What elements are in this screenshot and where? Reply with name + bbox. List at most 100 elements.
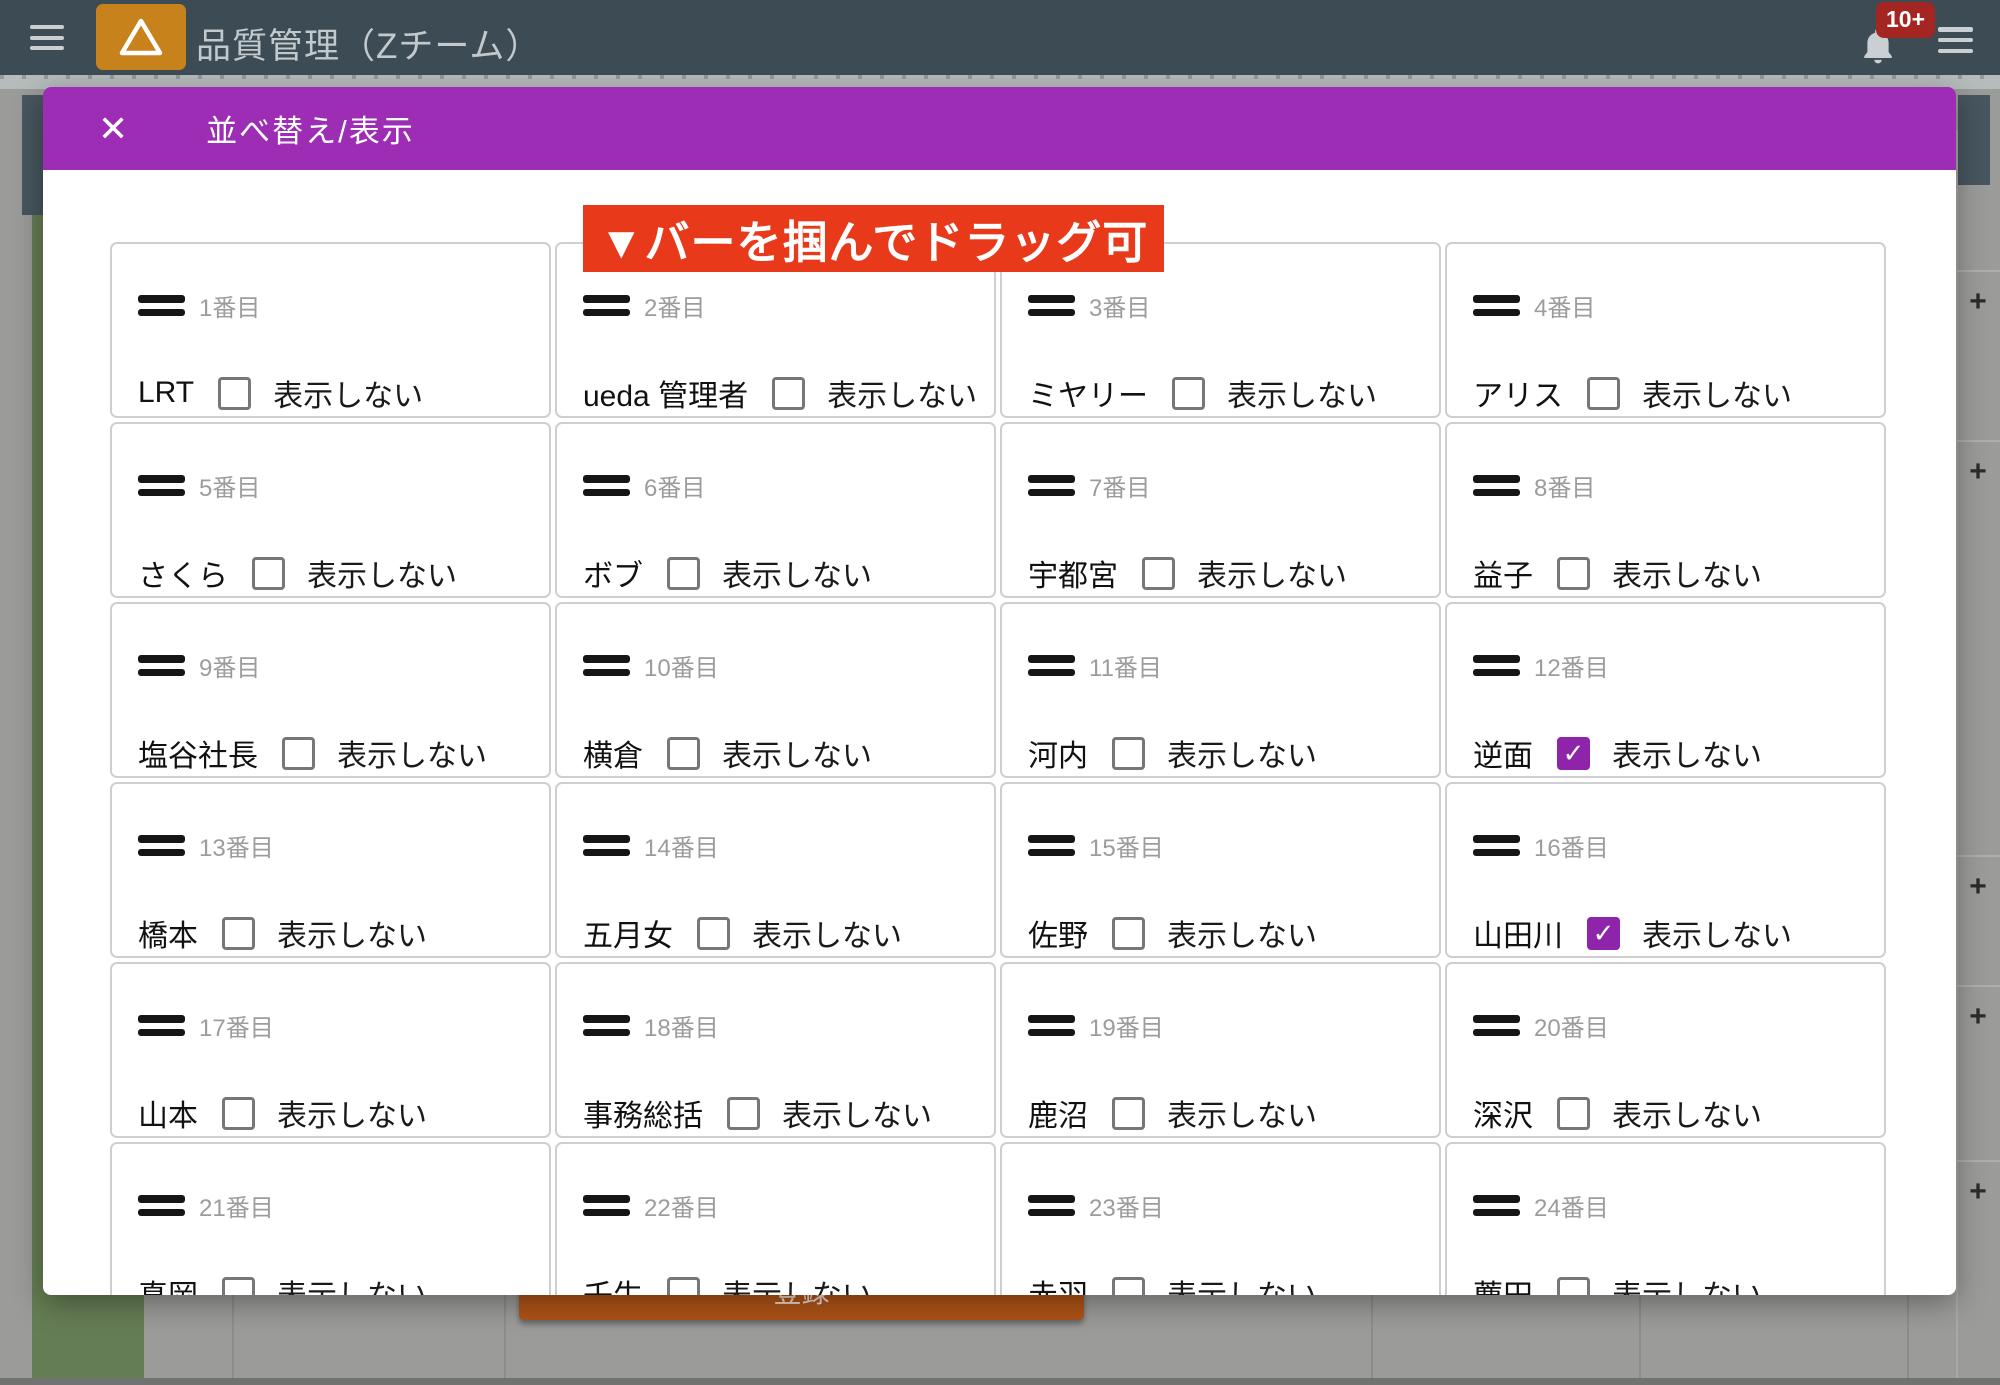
drag-handle-icon[interactable] [138,835,185,856]
card-body: 鹿沼 ✓ 表示しない [1028,1091,1439,1135]
sort-item-card: 6番目 ボブ ✓ 表示しない [555,422,996,598]
order-label: 8番目 [1534,468,1595,503]
background-row-divider [1956,985,2000,987]
app-logo[interactable] [96,4,186,70]
hide-checkbox[interactable]: ✓ [222,1277,255,1296]
drag-handle-icon[interactable] [1473,1195,1520,1216]
hide-checkbox[interactable]: ✓ [1142,557,1175,590]
hide-checkbox[interactable]: ✓ [1557,1097,1590,1130]
notifications-button[interactable]: 10+ [1848,2,1938,72]
hide-checkbox[interactable]: ✓ [282,737,315,770]
hide-checkbox[interactable]: ✓ [218,377,251,410]
card-body: 河内 ✓ 表示しない [1028,731,1439,775]
hide-checkbox[interactable]: ✓ [252,557,285,590]
card-body: 真岡 ✓ 表示しない [138,1271,549,1295]
drag-handle-icon[interactable] [583,1195,630,1216]
app-bar: 品質管理（Zチーム） 10+ [0,0,2000,75]
add-entry-button[interactable]: + [1958,285,1998,319]
hide-checkbox[interactable]: ✓ [772,377,805,410]
drag-handle-icon[interactable] [1028,655,1075,676]
hide-checkbox[interactable]: ✓ [1112,917,1145,950]
hide-checkbox[interactable]: ✓ [697,917,730,950]
card-header: 15番目 [1028,828,1439,863]
card-body: 益子 ✓ 表示しない [1473,551,1884,595]
hide-checkbox-label: 表示しない [1612,731,1762,775]
member-name: 深沢 [1473,1091,1533,1135]
drag-handle-icon[interactable] [138,475,185,496]
hide-checkbox[interactable]: ✓ [1112,1277,1145,1296]
order-label: 14番目 [644,828,719,863]
order-label: 17番目 [199,1008,274,1043]
card-header: 22番目 [583,1188,994,1223]
card-header: 19番目 [1028,1008,1439,1043]
drag-handle-icon[interactable] [583,475,630,496]
order-label: 20番目 [1534,1008,1609,1043]
drag-handle-icon[interactable] [138,295,185,316]
drag-handle-icon[interactable] [1473,295,1520,316]
hide-checkbox[interactable]: ✓ [667,557,700,590]
add-entry-button[interactable]: + [1958,1000,1998,1034]
drag-handle-icon[interactable] [583,655,630,676]
order-label: 9番目 [199,648,260,683]
close-icon[interactable]: ✕ [98,111,128,147]
member-name: 山田川 [1473,911,1563,955]
hide-checkbox[interactable]: ✓ [1172,377,1205,410]
add-entry-button[interactable]: + [1958,455,1998,489]
hide-checkbox-label: 表示しない [722,551,872,595]
hide-checkbox[interactable]: ✓ [222,917,255,950]
sort-item-card: 9番目 塩谷社長 ✓ 表示しない [110,602,551,778]
drag-handle-icon[interactable] [1028,835,1075,856]
background-row-divider [1956,855,2000,857]
hide-checkbox[interactable]: ✓ [727,1097,760,1130]
background-grid-line [1639,1295,1641,1379]
card-header: 16番目 [1473,828,1884,863]
drag-handle-icon[interactable] [583,1015,630,1036]
hide-checkbox[interactable]: ✓ [667,737,700,770]
hide-checkbox[interactable]: ✓ [1557,737,1590,770]
drag-handle-icon[interactable] [1473,835,1520,856]
drag-handle-icon[interactable] [583,835,630,856]
overflow-menu-icon[interactable] [1938,27,1973,53]
drag-handle-icon[interactable] [583,295,630,316]
drag-handle-icon[interactable] [138,1015,185,1036]
card-header: 5番目 [138,468,549,503]
hide-checkbox-label: 表示しない [1642,911,1792,955]
hide-checkbox[interactable]: ✓ [667,1277,700,1296]
add-entry-button[interactable]: + [1958,1175,1998,1209]
order-label: 2番目 [644,288,705,323]
drag-handle-icon[interactable] [1028,1015,1075,1036]
background-row-divider [1956,440,2000,442]
hide-checkbox[interactable]: ✓ [1557,557,1590,590]
sort-item-card: 21番目 真岡 ✓ 表示しない [110,1142,551,1295]
hide-checkbox[interactable]: ✓ [1587,377,1620,410]
drag-handle-icon[interactable] [1028,1195,1075,1216]
card-header: 9番目 [138,648,549,683]
drag-handle-icon[interactable] [138,655,185,676]
hide-checkbox[interactable]: ✓ [1557,1277,1590,1296]
drag-handle-icon[interactable] [1473,1015,1520,1036]
add-entry-button[interactable]: + [1958,870,1998,904]
triangle-icon [119,17,163,57]
hide-checkbox-label: 表示しない [1612,551,1762,595]
background-header-fragment-left [22,95,44,215]
sort-item-card: 24番目 薦田 ✓ 表示しない [1445,1142,1886,1295]
hide-checkbox[interactable]: ✓ [222,1097,255,1130]
check-icon: ✓ [1593,920,1615,946]
card-body: 逆面 ✓ 表示しない [1473,731,1884,775]
drag-handle-icon[interactable] [1028,475,1075,496]
check-icon: ✓ [1563,740,1585,766]
drag-handle-icon[interactable] [1473,655,1520,676]
menu-icon[interactable] [30,25,64,50]
drag-handle-icon[interactable] [138,1195,185,1216]
card-header: 21番目 [138,1188,549,1223]
member-name: 佐野 [1028,911,1088,955]
order-label: 13番目 [199,828,274,863]
order-label: 18番目 [644,1008,719,1043]
hide-checkbox[interactable]: ✓ [1587,917,1620,950]
hide-checkbox[interactable]: ✓ [1112,1097,1145,1130]
card-body: 五月女 ✓ 表示しない [583,911,994,955]
drag-handle-icon[interactable] [1473,475,1520,496]
hide-checkbox-label: 表示しない [1167,911,1317,955]
drag-handle-icon[interactable] [1028,295,1075,316]
hide-checkbox[interactable]: ✓ [1112,737,1145,770]
